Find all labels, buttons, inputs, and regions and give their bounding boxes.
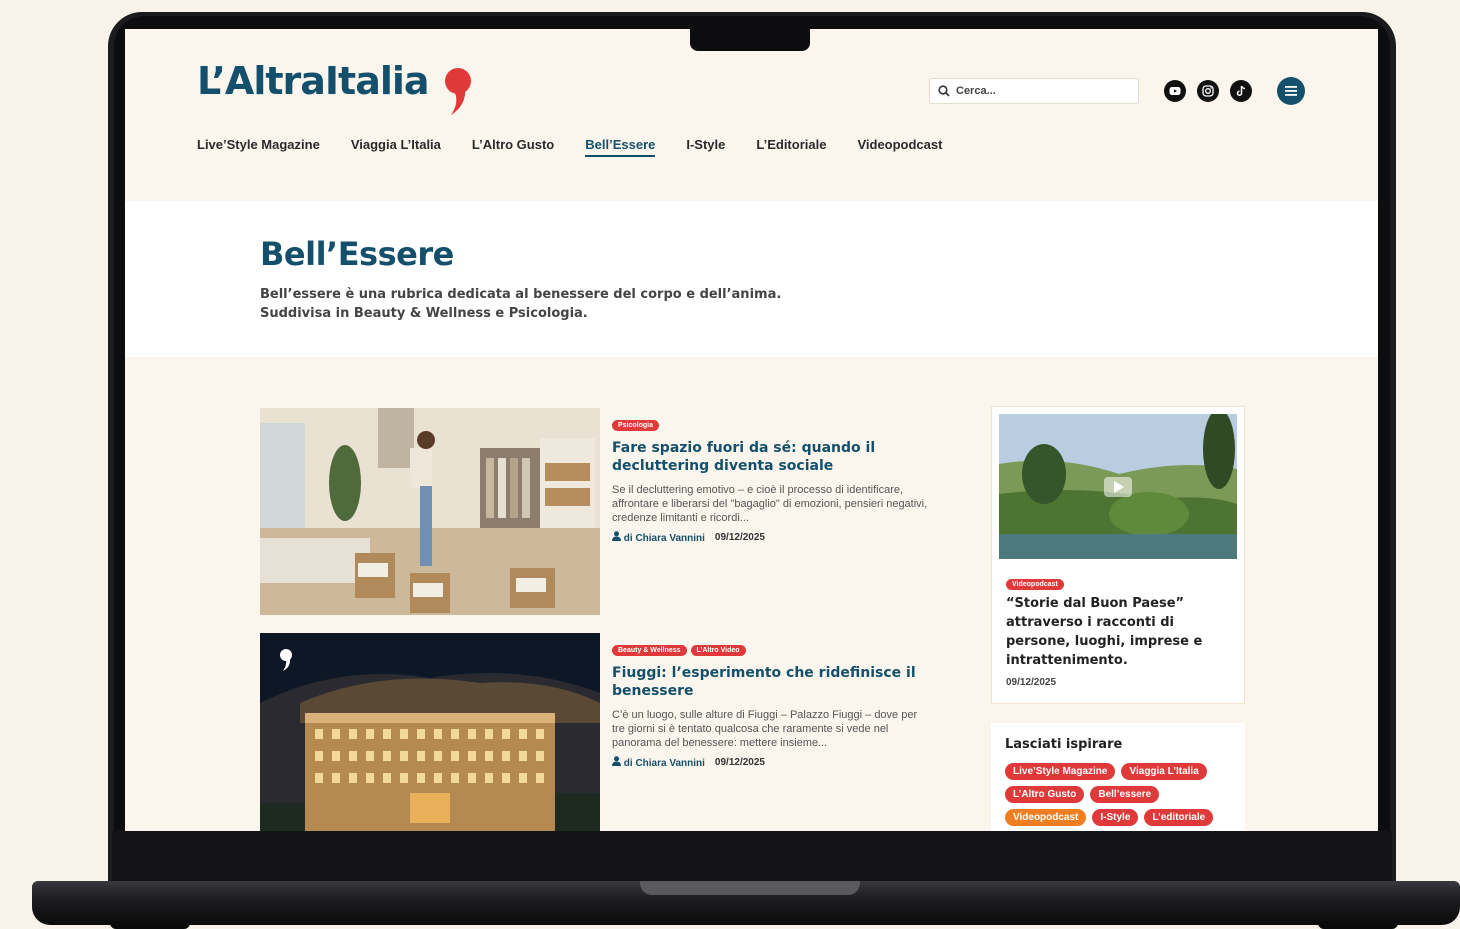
nav-item-laltro-gusto[interactable]: L’Altro Gusto	[472, 137, 554, 157]
author-link[interactable]: di Chiara Vannini	[612, 531, 705, 544]
logo-comma-icon	[445, 68, 471, 115]
category-tag[interactable]: Beauty & Wellness	[612, 645, 687, 656]
article-body: Psicologia Fare spazio fuori da sé: quan…	[612, 420, 932, 544]
video-date: 09/12/2025	[1006, 677, 1057, 688]
category-chips: Live’Style Magazine Viaggia L’Italia L’A…	[1005, 763, 1239, 826]
chip-leditoriale[interactable]: L’editoriale	[1144, 809, 1214, 826]
article-card[interactable]: Psicologia Fare spazio fuori da sé: quan…	[260, 408, 940, 615]
article-tags: Psicologia	[612, 420, 932, 431]
sidebar-video-card[interactable]: Videopodcast “Storie dal Buon Paese” att…	[991, 406, 1245, 704]
article-title[interactable]: Fare spazio fuori da sé: quando il declu…	[612, 439, 932, 475]
article-excerpt: Se il decluttering emotivo – e cioè il p…	[612, 484, 928, 524]
category-tag[interactable]: Psicologia	[612, 420, 660, 431]
chip-viaggia-litalia[interactable]: Viaggia L’Italia	[1121, 763, 1207, 780]
chip-videopodcast[interactable]: Videopodcast	[1005, 809, 1087, 826]
main-nav: Live’Style Magazine Viaggia L’Italia L’A…	[197, 137, 942, 157]
nav-item-videopodcast[interactable]: Videopodcast	[857, 137, 942, 157]
video-title[interactable]: “Storie dal Buon Paese” attraverso i rac…	[1006, 594, 1226, 670]
camera-notch	[690, 29, 810, 51]
hamburger-menu-button[interactable]	[1277, 77, 1305, 105]
article-meta: di Chiara Vannini 09/12/2025	[612, 531, 932, 544]
chip-i-style[interactable]: I-Style	[1092, 809, 1139, 826]
menu-icon	[1285, 86, 1297, 96]
laptop-foot	[110, 921, 190, 929]
inspire-title: Lasciati ispirare	[1005, 737, 1123, 752]
article-date: 09/12/2025	[714, 757, 765, 768]
nav-item-leditoriale[interactable]: L’Editoriale	[756, 137, 826, 157]
chip-laltro-gusto[interactable]: L’Altro Gusto	[1005, 786, 1085, 803]
youtube-icon[interactable]	[1164, 80, 1186, 102]
nav-item-bellessere[interactable]: Bell’Essere	[585, 137, 656, 157]
category-tag[interactable]: L’Altro Video	[690, 645, 746, 656]
video-thumbnail[interactable]	[999, 414, 1237, 559]
article-thumbnail[interactable]	[260, 408, 600, 615]
video-category-tag[interactable]: Videopodcast	[1006, 573, 1064, 591]
site-header: L’AltraItalia Live’Style Magazine Viagg	[125, 29, 1378, 201]
article-title[interactable]: Fiuggi: l’esperimento che ridefinisce il…	[612, 664, 932, 700]
tiktok-icon[interactable]	[1230, 80, 1252, 102]
search-box[interactable]	[929, 78, 1139, 104]
user-icon	[612, 531, 621, 541]
search-input[interactable]	[956, 85, 1126, 97]
chip-livestyle-magazine[interactable]: Live’Style Magazine	[1005, 763, 1116, 780]
inspire-widget: Lasciati ispirare Live’Style Magazine Vi…	[991, 723, 1245, 831]
article-thumbnail[interactable]	[260, 633, 600, 831]
chip-bellessere[interactable]: Bell’essere	[1090, 786, 1160, 803]
article-excerpt: C’è un luogo, sulle alture di Fiuggi – P…	[612, 709, 918, 749]
author-link[interactable]: di Chiara Vannini	[612, 756, 705, 769]
laptop-hinge	[640, 881, 860, 895]
article-date: 09/12/2025	[714, 532, 765, 543]
nav-item-livestyle-magazine[interactable]: Live’Style Magazine	[197, 137, 320, 157]
nav-item-i-style[interactable]: I-Style	[686, 137, 725, 157]
laptop-foot	[1318, 921, 1398, 929]
article-meta: di Chiara Vannini 09/12/2025	[612, 756, 932, 769]
website-screen: L’AltraItalia Live’Style Magazine Viagg	[125, 29, 1378, 831]
category-hero: Bell’Essere Bell’essere è una rubrica de…	[125, 201, 1378, 357]
nav-item-viaggia-litalia[interactable]: Viaggia L’Italia	[351, 137, 441, 157]
laptop-chin	[112, 831, 1392, 881]
page-title: Bell’Essere	[260, 235, 454, 273]
article-body: Beauty & Wellness L’Altro Video Fiuggi: …	[612, 645, 932, 769]
search-icon	[938, 85, 950, 97]
user-icon	[612, 756, 621, 766]
site-logo[interactable]: L’AltraItalia	[197, 59, 430, 103]
category-description: Bell’essere è una rubrica dedicata al be…	[260, 287, 782, 321]
instagram-icon[interactable]	[1197, 80, 1219, 102]
article-tags: Beauty & Wellness L’Altro Video	[612, 645, 932, 656]
article-card[interactable]: Beauty & Wellness L’Altro Video Fiuggi: …	[260, 633, 940, 831]
